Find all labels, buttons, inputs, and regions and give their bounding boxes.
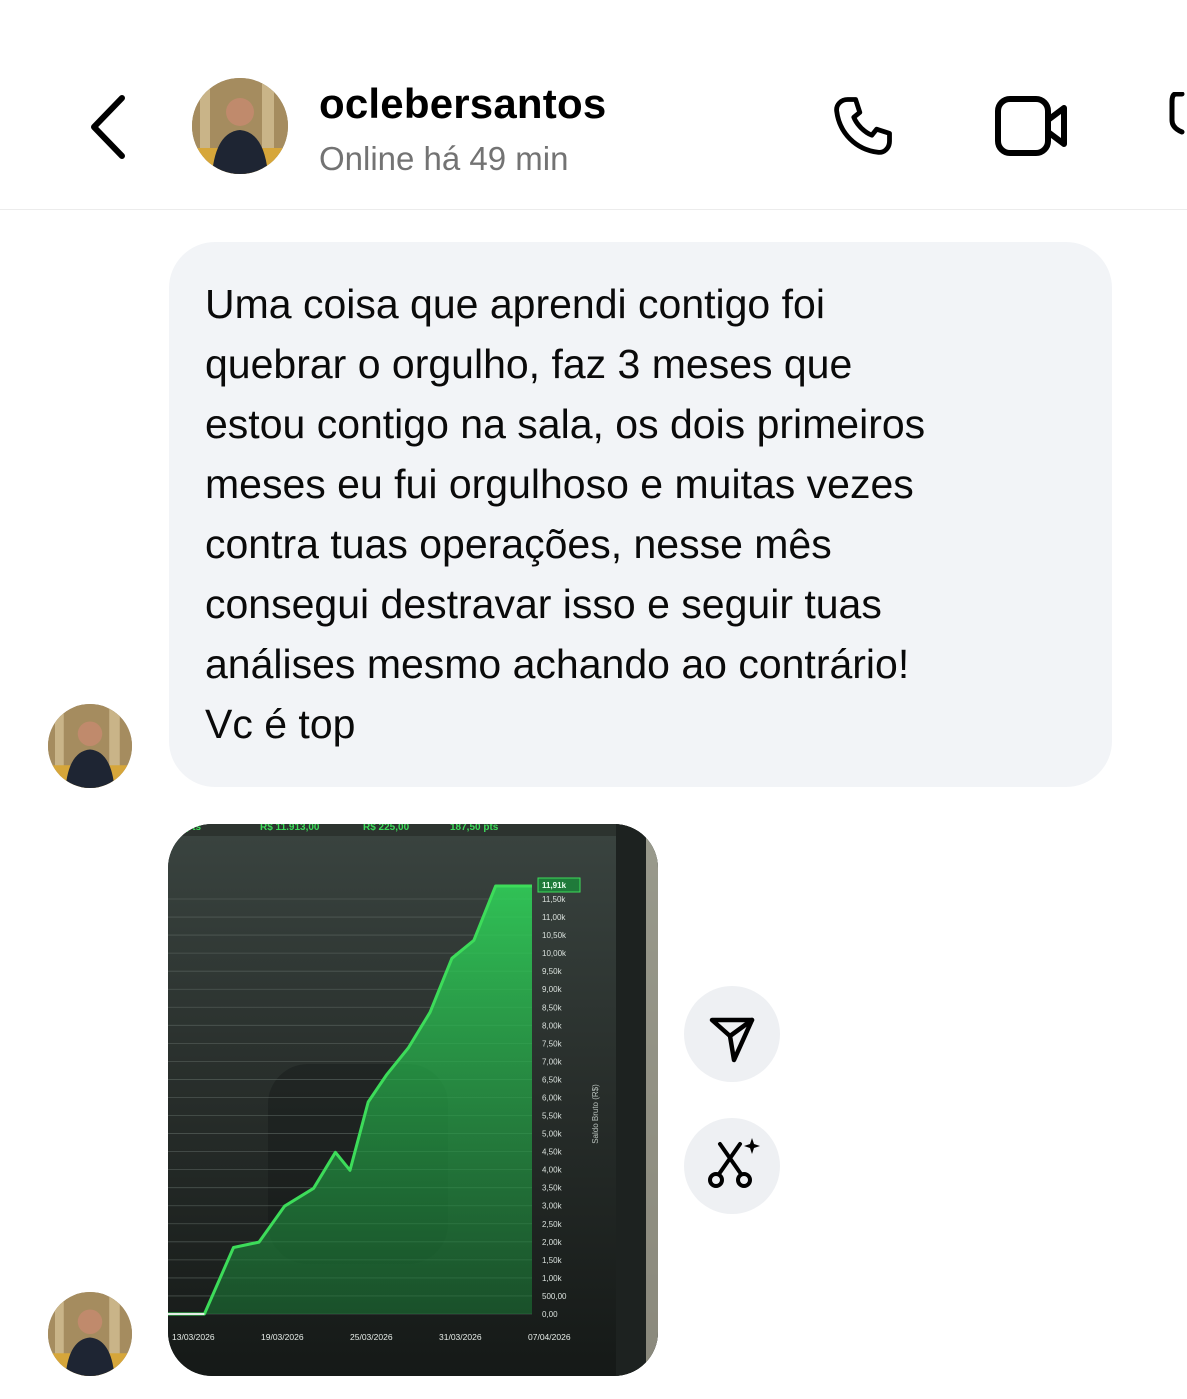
photo-chart: 11,91k 11,50k 11,00k 10,50k 10,00k 9,50k 9,00… — [168, 824, 658, 1376]
y-tick-label: 7,00k — [542, 1057, 563, 1066]
y-tick-label: 7,50k — [542, 1039, 563, 1048]
y-tick-label: 6,50k — [542, 1075, 563, 1084]
y-tick-label: 500,00 — [542, 1292, 567, 1301]
avatar[interactable] — [192, 78, 288, 174]
axis-title: Saldo Bruto (R$) — [591, 1084, 600, 1144]
y-tick-label: 6,00k — [542, 1093, 563, 1102]
message-bubble[interactable]: Uma coisa que aprendi contigo foi quebra… — [169, 242, 1112, 787]
video-camera-icon — [995, 96, 1067, 156]
last-value-label: 11,91k — [542, 881, 567, 890]
y-tick-label: 3,50k — [542, 1184, 563, 1193]
chat-header: oclebersantos Online há 49 min — [0, 0, 1187, 210]
x-tick-label: 07/04/2026 — [528, 1332, 571, 1342]
phone-icon — [834, 97, 892, 155]
top-value-label: R$ 225,00 — [363, 824, 410, 833]
sender-avatar[interactable] — [48, 704, 132, 788]
y-tick-label: 8,50k — [542, 1003, 563, 1012]
y-tick-label: 11,00k — [542, 913, 566, 922]
sender-avatar[interactable] — [48, 1292, 132, 1376]
y-tick-label: 4,00k — [542, 1166, 563, 1175]
y-tick-label: 0,00 — [542, 1310, 558, 1319]
y-tick-label: 3,00k — [542, 1202, 563, 1211]
y-tick-label: 4,50k — [542, 1148, 563, 1157]
x-tick-label: 13/03/2026 — [172, 1332, 215, 1342]
top-value-label: 187,50 pts — [450, 824, 499, 833]
sparkle-scissors-icon — [708, 1138, 760, 1188]
video-call-button[interactable] — [994, 94, 1070, 158]
info-button[interactable] — [1168, 92, 1187, 142]
share-icon — [709, 1017, 755, 1063]
call-button[interactable] — [828, 92, 900, 164]
y-tick-label: 8,00k — [542, 1021, 563, 1030]
y-tick-label: 5,50k — [542, 1112, 563, 1121]
online-status: Online há 49 min — [319, 140, 569, 177]
top-value-label: pts — [186, 824, 201, 833]
contact-username[interactable]: oclebersantos — [319, 80, 606, 128]
y-tick-label: 10,50k — [542, 931, 567, 940]
message-text: Uma coisa que aprendi contigo foi quebra… — [205, 281, 926, 747]
photo-message[interactable]: 11,91k 11,50k 11,00k 10,50k 10,00k 9,50k 9,00… — [168, 824, 658, 1376]
top-value-label: R$ 11.913,00 — [260, 824, 320, 833]
x-tick-label: 31/03/2026 — [439, 1332, 482, 1342]
y-tick-label: 5,00k — [542, 1130, 563, 1139]
x-tick-label: 19/03/2026 — [261, 1332, 304, 1342]
chevron-left-icon — [91, 95, 125, 159]
info-icon — [1169, 92, 1185, 135]
x-tick-label: 25/03/2026 — [350, 1332, 393, 1342]
remix-button[interactable] — [684, 1118, 780, 1214]
y-tick-label: 1,00k — [542, 1274, 563, 1283]
y-tick-label: 10,00k — [542, 949, 567, 958]
share-button[interactable] — [684, 986, 780, 1082]
back-button[interactable] — [84, 92, 134, 162]
y-tick-label: 11,50k — [542, 895, 566, 904]
y-tick-label: 1,50k — [542, 1256, 563, 1265]
y-tick-label: 2,00k — [542, 1238, 563, 1247]
y-tick-label: 9,50k — [542, 967, 563, 976]
y-tick-label: 2,50k — [542, 1220, 563, 1229]
y-tick-label: 9,00k — [542, 985, 563, 994]
